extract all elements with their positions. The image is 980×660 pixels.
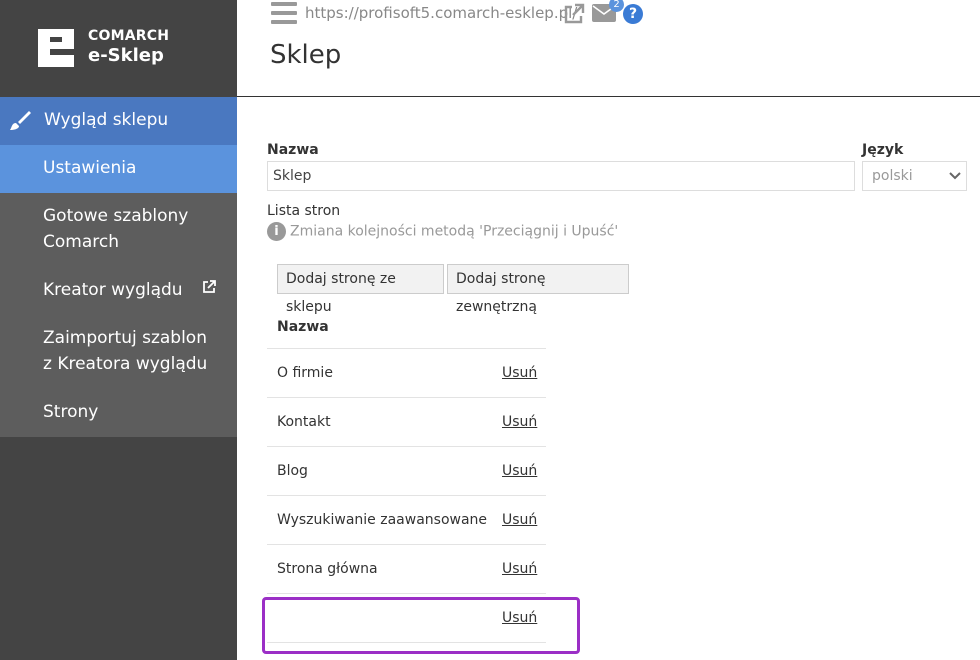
menu-icon[interactable] [271, 2, 297, 24]
help-icon[interactable]: ? [623, 4, 643, 24]
sidebar-item-templates[interactable]: Gotowe szablony Comarch [0, 193, 237, 267]
paint-brush-icon [10, 111, 31, 130]
language-select-value: polski [872, 168, 913, 184]
sidebar-item-label: Gotowe szablony Comarch [43, 206, 189, 252]
table-row[interactable]: Strona główna Usuń [267, 545, 546, 594]
sidebar: COMARCH e-Sklep Wygląd sklepu Ustawienia… [0, 0, 237, 660]
delete-link[interactable]: Usuń [502, 414, 537, 430]
delete-link[interactable]: Usuń [502, 365, 537, 381]
page-title: Sklep [270, 40, 342, 70]
brand-logo[interactable]: COMARCH e-Sklep [0, 0, 237, 97]
brand-line1: COMARCH [88, 28, 170, 44]
sidebar-item-label: Kreator wyglądu [43, 280, 183, 300]
language-label: Język [862, 142, 904, 158]
sidebar-item-settings[interactable]: Ustawienia [0, 145, 237, 193]
shop-url[interactable]: https://profisoft5.comarch-esklep.pl/ [305, 4, 577, 22]
language-select[interactable]: polski [862, 161, 967, 191]
row-name: O firmie [277, 365, 333, 381]
sidebar-section-label: Wygląd sklepu [44, 110, 169, 130]
pages-list-label: Lista stron [267, 203, 341, 219]
add-external-page-button[interactable]: Dodaj stronę zewnętrzną [447, 264, 629, 315]
table-row[interactable]: O firmie Usuń [267, 349, 546, 398]
reorder-hint-text: Zmiana kolejności metodą 'Przeciągnij i … [290, 223, 619, 240]
header: https://profisoft5.comarch-esklep.pl/ 2 … [237, 0, 980, 97]
name-input[interactable]: Sklep [267, 161, 855, 191]
delete-link[interactable]: Usuń [502, 512, 537, 528]
table-header-name: Nazwa [277, 319, 329, 335]
mail-count-badge: 2 [609, 0, 624, 12]
reorder-hint: i Zmiana kolejności metodą 'Przeciągnij i… [267, 222, 618, 241]
sidebar-item-pages[interactable]: Strony [0, 389, 237, 437]
row-name: Strona główna [277, 561, 378, 577]
chevron-down-icon [949, 172, 961, 180]
brand-line2: e-Sklep [88, 45, 164, 66]
comarch-logo-icon [38, 29, 74, 67]
table-row[interactable]: Kontakt Usuń [267, 398, 546, 447]
add-store-page-button[interactable]: Dodaj stronę ze sklepu [277, 264, 444, 315]
info-icon: i [267, 222, 286, 241]
table-row[interactable]: Blog Usuń [267, 447, 546, 496]
delete-link[interactable]: Usuń [502, 463, 537, 479]
external-link-icon [203, 280, 216, 293]
row-name: Kontakt [277, 414, 331, 430]
name-label: Nazwa [267, 142, 319, 158]
delete-link[interactable]: Usuń [502, 561, 537, 577]
row-name: Wyszukiwanie zaawansowane [277, 512, 488, 528]
sidebar-item-label: Zaimportuj szablon z Kreatora wyglądu [43, 328, 208, 374]
sidebar-item-designer[interactable]: Kreator wyglądu [0, 267, 237, 315]
highlight-frame [262, 597, 580, 654]
sidebar-section-appearance[interactable]: Wygląd sklepu [0, 97, 237, 145]
sidebar-item-label: Strony [43, 402, 99, 422]
sidebar-item-import-template[interactable]: Zaimportuj szablon z Kreatora wyglądu [0, 315, 237, 389]
sidebar-subnav: Ustawienia Gotowe szablony Comarch Kreat… [0, 145, 237, 437]
row-name: Blog [277, 463, 308, 479]
sidebar-item-label: Ustawienia [43, 158, 137, 178]
table-row[interactable]: Wyszukiwanie zaawansowane Usuń [267, 496, 546, 545]
external-link-icon[interactable] [563, 3, 585, 25]
